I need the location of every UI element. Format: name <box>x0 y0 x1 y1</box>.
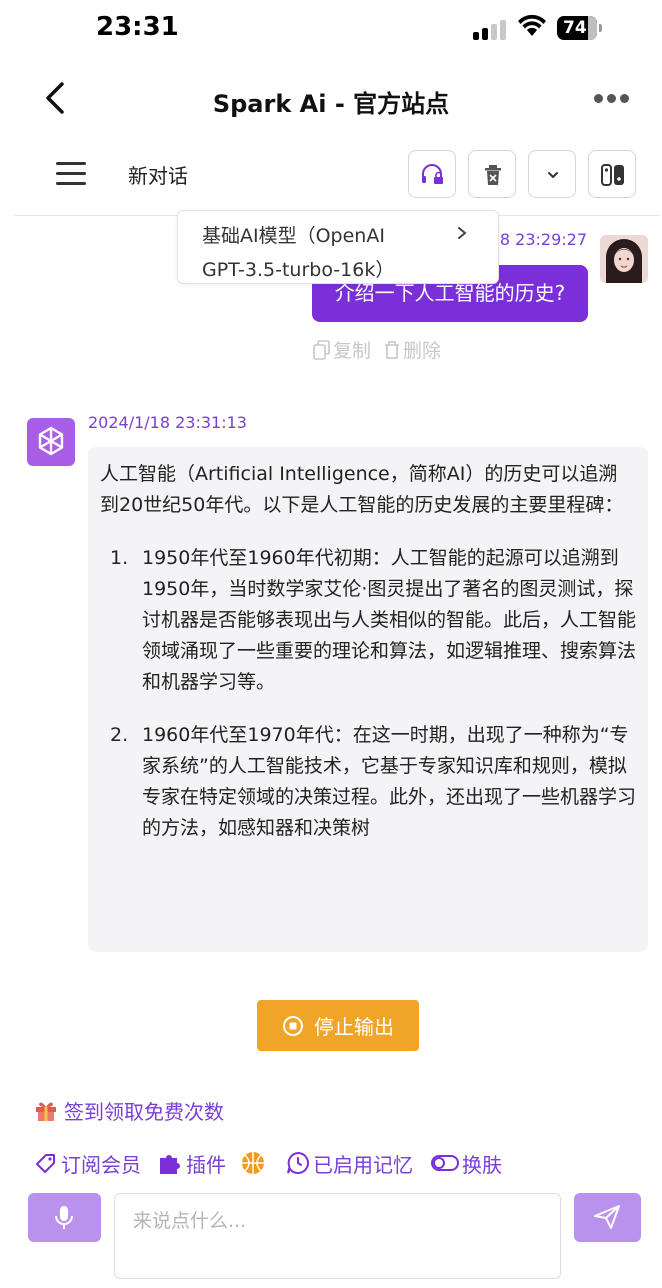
page-title: Spark Ai - 官方站点 <box>212 90 450 118</box>
list-item-text: 1950年代至1960年代初期：人工智能的起源可以追溯到1950年，当时数学家艾… <box>142 547 637 693</box>
delete-label: 删除 <box>403 340 442 362</box>
battery-icon: 74 <box>557 16 603 40</box>
bot-message-time: 2024/1/18 23:31:13 <box>88 413 247 432</box>
switch-layout-button[interactable] <box>588 150 636 198</box>
clock-chat-icon <box>287 1151 309 1174</box>
cellular-signal-icon <box>473 18 507 40</box>
battery-level: 74 <box>563 18 587 38</box>
trash-icon <box>485 165 501 185</box>
tag-icon <box>36 1154 55 1173</box>
skin-link[interactable]: 换肤 <box>431 1149 502 1178</box>
wifi-icon <box>517 14 547 40</box>
chevron-down-icon <box>548 172 558 178</box>
memory-link[interactable]: 已启用记忆 <box>286 1149 413 1178</box>
subscribe-label: 订阅会员 <box>61 1152 141 1177</box>
status-bar: 23:31 74 <box>0 0 662 58</box>
basketball-icon <box>242 1152 264 1174</box>
list-item: 1. 1950年代至1960年代初期：人工智能的起源可以追溯到1950年，当时数… <box>100 543 636 698</box>
checkin-link[interactable]: 签到领取免费次数 <box>34 1096 224 1125</box>
memory-label: 已启用记忆 <box>313 1152 413 1177</box>
bot-message-bubble: 人工智能（Artificial Intelligence，简称AI）的历史可以追… <box>88 447 648 952</box>
message-input[interactable] <box>114 1193 561 1279</box>
model-version: GPT-3.5-turbo-16k） <box>202 259 395 281</box>
gift-icon <box>36 1102 56 1121</box>
openai-logo-icon <box>38 426 64 456</box>
expand-button[interactable] <box>528 150 576 198</box>
plugins-link[interactable]: 插件 <box>157 1149 226 1178</box>
basketball-link[interactable] <box>240 1150 266 1176</box>
status-time: 23:31 <box>96 12 179 42</box>
list-item-text: 1960年代至1970年代：在这一时期，出现了一种称为“专家系统”的人工智能技术… <box>142 724 637 839</box>
puzzle-icon <box>160 1155 180 1174</box>
microphone-icon <box>55 1206 73 1229</box>
nav-bar: Spark Ai - 官方站点 <box>0 62 662 136</box>
list-item: 2. 1960年代至1970年代：在这一时期，出现了一种称为“专家系统”的人工智… <box>100 720 636 844</box>
list-item-number: 1. <box>110 547 129 569</box>
copy-button[interactable]: 复制 <box>313 336 371 363</box>
menu-icon[interactable] <box>56 160 86 188</box>
feature-bar: 订阅会员 插件 已启用记忆 换肤 <box>34 1148 502 1178</box>
headset-lock-icon <box>422 164 443 184</box>
model-name: 基础AI模型（OpenAI <box>202 225 385 247</box>
chat-title: 新对话 <box>128 164 188 188</box>
copy-label: 复制 <box>333 340 372 362</box>
voice-input-button[interactable] <box>28 1193 101 1242</box>
bot-message-list: 1. 1950年代至1960年代初期：人工智能的起源可以追溯到1950年，当时数… <box>100 543 636 844</box>
plugins-label: 插件 <box>186 1152 226 1177</box>
user-message-actions: 复制 删除 <box>313 336 441 363</box>
switch-icon <box>601 164 624 186</box>
toggle-icon <box>431 1155 459 1171</box>
skin-label: 换肤 <box>462 1152 502 1177</box>
checkin-label: 签到领取免费次数 <box>64 1100 224 1124</box>
send-icon <box>594 1205 620 1229</box>
model-selector[interactable]: 基础AI模型（OpenAI GPT-3.5-turbo-16k） <box>177 210 499 284</box>
bot-message-intro: 人工智能（Artificial Intelligence，简称AI）的历史可以追… <box>100 463 624 516</box>
list-item-number: 2. <box>110 724 129 746</box>
clear-chat-button[interactable] <box>468 150 516 198</box>
send-button[interactable] <box>574 1193 641 1242</box>
more-options-icon[interactable] <box>592 92 632 104</box>
subscribe-link[interactable]: 订阅会员 <box>34 1149 141 1178</box>
copy-icon <box>313 339 330 360</box>
trash-icon <box>385 340 400 359</box>
stop-output-button[interactable]: 停止输出 <box>257 1000 419 1051</box>
chat-toolbar: 新对话 <box>0 144 662 208</box>
user-avatar <box>600 235 648 283</box>
delete-button[interactable]: 删除 <box>383 336 441 363</box>
stop-output-label: 停止输出 <box>314 1015 394 1039</box>
chevron-right-icon <box>458 227 467 239</box>
stop-icon <box>283 1015 303 1036</box>
bot-avatar <box>27 418 75 466</box>
private-chat-button[interactable] <box>408 150 456 198</box>
